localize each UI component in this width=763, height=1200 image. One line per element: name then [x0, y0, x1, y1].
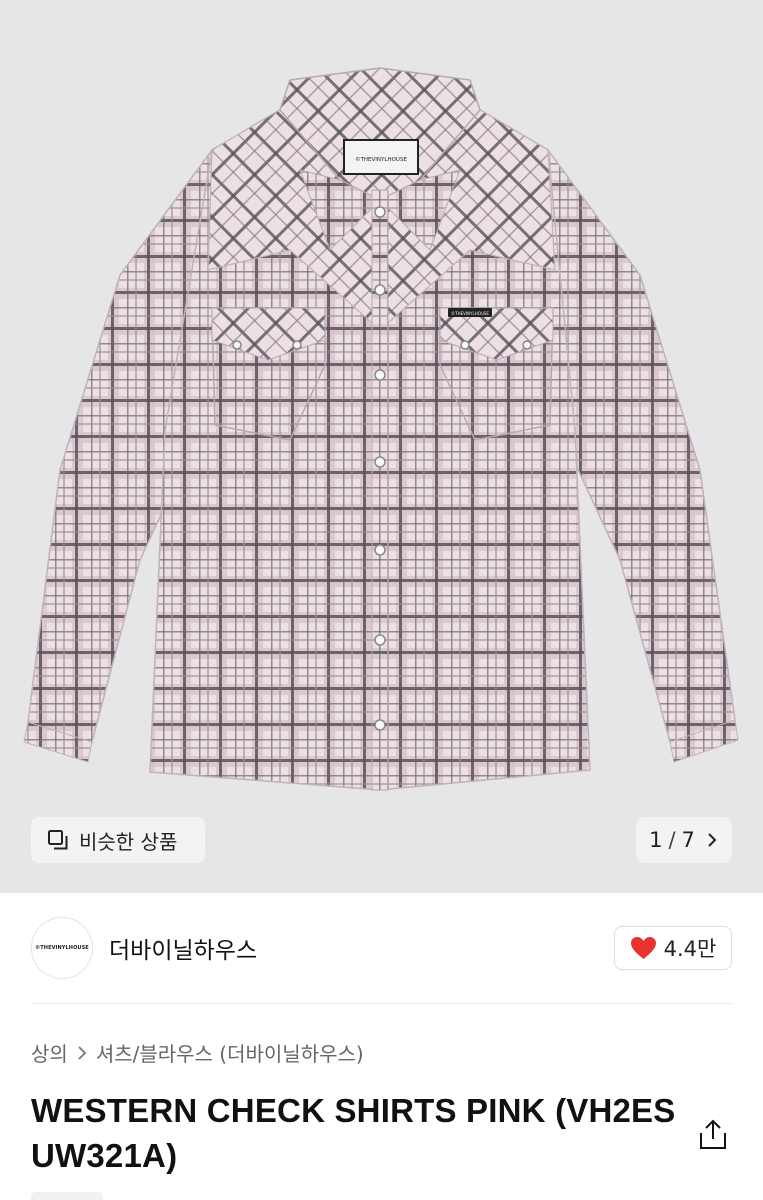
chevron-right-icon [78, 1045, 87, 1060]
share-icon [700, 1119, 726, 1149]
pocket-tag-text: ©THEVINYLHOUSE [451, 311, 489, 316]
like-count: 4.4만 [663, 937, 717, 961]
similar-products-button[interactable]: 비슷한 상품 [31, 817, 205, 863]
product-title: WESTERN CHECK SHIRTS PINK (VH2ES UW321A) [31, 1092, 676, 1174]
similar-products-label: 비슷한 상품 [79, 829, 178, 854]
breadcrumb-level2[interactable]: 셔츠/블라우스 (더바이닐하우스) [96, 1038, 364, 1067]
copy-squares-icon [48, 830, 68, 850]
page-total: 7 [681, 828, 695, 852]
heart-icon [630, 937, 656, 959]
neck-tag-text: ©THEVINYLHOUSE [355, 156, 407, 163]
brand-logo-text: ©THEVINYLHOUSE [35, 945, 89, 951]
page-separator: / [668, 828, 676, 852]
like-button[interactable]: 4.4만 [614, 926, 732, 970]
next-section-chip [31, 1192, 103, 1200]
breadcrumb: 상의 셔츠/블라우스 (더바이닐하우스) [31, 1038, 364, 1067]
image-pager[interactable]: 1 / 7 [636, 817, 732, 863]
chevron-right-icon [708, 833, 717, 847]
share-button[interactable] [697, 1118, 729, 1152]
brand-name[interactable]: 더바이닐하우스 [109, 931, 257, 965]
divider [31, 1003, 732, 1004]
product-image-carousel[interactable]: ©THEVINYLHOUSE ©THEVINYLHOUSE 비슷한 상품 1 /… [0, 0, 763, 893]
breadcrumb-level1[interactable]: 상의 [31, 1038, 68, 1067]
page-current: 1 [649, 828, 663, 852]
brand-row[interactable]: ©THEVINYLHOUSE 더바이닐하우스 4.4만 [31, 915, 732, 981]
product-image: ©THEVINYLHOUSE ©THEVINYLHOUSE [23, 67, 739, 791]
brand-logo[interactable]: ©THEVINYLHOUSE [31, 917, 93, 979]
